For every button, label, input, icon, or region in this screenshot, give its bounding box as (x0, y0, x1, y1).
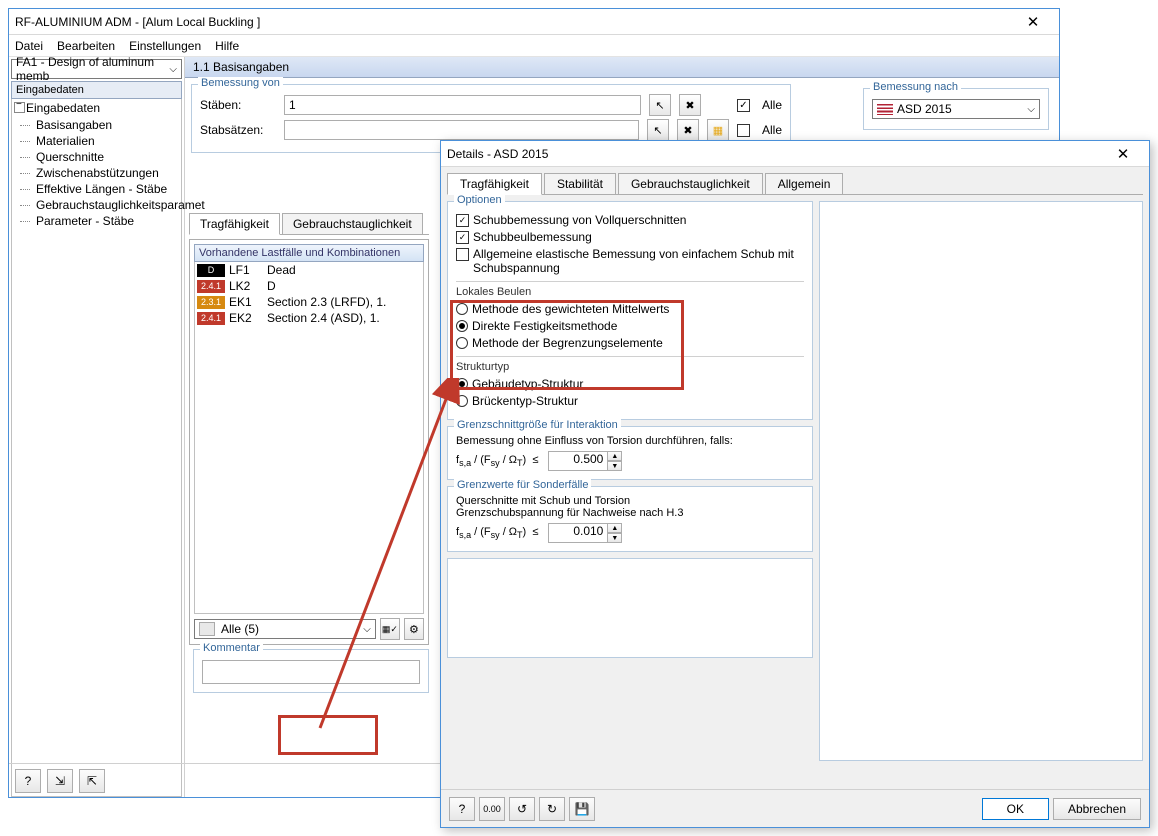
optionen-group: Optionen ✓Schubbemessung von Vollquersch… (447, 201, 813, 420)
pick-icon-2[interactable]: ↖ (647, 119, 669, 141)
menu-edit[interactable]: Bearbeiten (57, 39, 115, 53)
pick-icon[interactable]: ↖ (649, 94, 671, 116)
close-icon[interactable]: ✕ (1103, 145, 1143, 163)
interaktion-group: Grenzschnittgröße für Interaktion Bemess… (447, 426, 813, 480)
kommentar-title: Kommentar (200, 642, 263, 654)
formula-label-2: fs,a / (Fsy / ΩT) ≤ (456, 526, 538, 540)
tree-item-zwischenabstuetzungen[interactable]: Zwischenabstützungen (12, 165, 181, 181)
stabsaetzen-input[interactable] (284, 120, 639, 140)
tab-allgemein[interactable]: Allgemein (765, 173, 844, 194)
dialog-titlebar: Details - ASD 2015 ✕ (441, 141, 1149, 167)
stabsaetzen-label: Stabsätzen: (200, 123, 276, 137)
list-item: DLF1Dead (195, 262, 423, 278)
details-dialog: Details - ASD 2015 ✕ Tragfähigkeit Stabi… (440, 140, 1150, 828)
spin-down-icon[interactable]: ▼ (608, 461, 622, 471)
tab-gebrauchstauglichkeit[interactable]: Gebrauchstauglichkeit (282, 213, 423, 234)
group-title: Bemessung von (198, 77, 283, 89)
filter-icon[interactable]: ▦✓ (380, 618, 400, 640)
lokales-beulen-title: Lokales Beulen (456, 286, 804, 298)
checkbox-elastisch[interactable] (456, 248, 469, 261)
tree-header: Eingabedaten (11, 81, 182, 99)
interaction-spinner[interactable]: 0.500 ▲▼ (548, 451, 622, 471)
radio-begrenzung[interactable] (456, 337, 468, 349)
flag-us-icon (877, 104, 893, 115)
main-titlebar: RF-ALUMINIUM ADM - [Alum Local Buckling … (9, 9, 1059, 35)
checkbox-schub-voll[interactable]: ✓ (456, 214, 469, 227)
dialog-title: Details - ASD 2015 (447, 147, 1103, 161)
bemessung-nach-group: Bemessung nach ASD 2015 (861, 86, 1051, 132)
sonder-text1: Querschnitte mit Schub und Torsion (456, 495, 804, 507)
nav-tree: Eingabedaten Basisangaben Materialien Qu… (11, 99, 182, 797)
interaktion-text: Bemessung ohne Einfluss von Torsion durc… (456, 435, 804, 447)
menu-file[interactable]: Datei (15, 39, 43, 53)
tab-gebrauchstauglichkeit[interactable]: Gebrauchstauglichkeit (618, 173, 763, 194)
export-icon[interactable]: ⇲ (47, 769, 73, 793)
cancel-button[interactable]: Abbrechen (1053, 798, 1141, 820)
delete-icon[interactable]: ✖ (679, 94, 701, 116)
alle-label: Alle (762, 98, 782, 112)
list-item: 2.4.1EK2Section 2.4 (ASD), 1. (195, 310, 423, 326)
menu-help[interactable]: Hilfe (215, 39, 239, 53)
tree-item-parameter[interactable]: Parameter - Stäbe (12, 213, 181, 229)
strukturtyp-title: Strukturtyp (456, 361, 804, 373)
tab-tragfaehigkeit[interactable]: Tragfähigkeit (447, 173, 542, 195)
default-icon[interactable]: ↻ (539, 797, 565, 821)
content-header: 1.1 Basisangaben (185, 57, 1059, 78)
main-title: RF-ALUMINIUM ADM - [Alum Local Buckling … (15, 15, 1013, 29)
spin-up-icon[interactable]: ▲ (608, 523, 622, 533)
sonder-spinner[interactable]: 0.010 ▲▼ (548, 523, 622, 543)
radio-gebaeude[interactable] (456, 378, 468, 390)
standard-select[interactable]: ASD 2015 (872, 99, 1040, 119)
formula-label: fs,a / (Fsy / ΩT) ≤ (456, 454, 538, 468)
list-header: Vorhandene Lastfälle und Kombinationen (194, 244, 424, 262)
radio-direkt[interactable] (456, 320, 468, 332)
tree-item-effektive-laengen[interactable]: Effektive Längen - Stäbe (12, 181, 181, 197)
group-title-nach: Bemessung nach (870, 81, 961, 93)
menubar: Datei Bearbeiten Einstellungen Hilfe (9, 35, 1059, 57)
empty-group (447, 558, 813, 658)
checkbox-schubbeul[interactable]: ✓ (456, 231, 469, 244)
alle-checkbox[interactable]: ✓ (737, 99, 750, 112)
spin-down-icon[interactable]: ▼ (608, 533, 622, 543)
menu-settings[interactable]: Einstellungen (129, 39, 201, 53)
save-icon[interactable]: 💾 (569, 797, 595, 821)
tree-item-gebrauchstauglichkeit[interactable]: Gebrauchstauglichkeitsparamet (12, 197, 181, 213)
radio-gewichtet[interactable] (456, 303, 468, 315)
list-item: 2.3.1EK1Section 2.3 (LRFD), 1. (195, 294, 423, 310)
tree-item-basisangaben[interactable]: Basisangaben (12, 117, 181, 133)
ok-button[interactable]: OK (982, 798, 1049, 820)
case-selector[interactable]: FA1 - Design of aluminum memb (11, 59, 182, 79)
radio-bruecke[interactable] (456, 395, 468, 407)
close-icon[interactable]: ✕ (1013, 13, 1053, 31)
list-item: 2.4.1LK2D (195, 278, 423, 294)
tree-root[interactable]: Eingabedaten (12, 99, 181, 117)
alle-checkbox-2[interactable] (737, 124, 750, 137)
tree-item-querschnitte[interactable]: Querschnitte (12, 149, 181, 165)
load-case-list[interactable]: DLF1Dead 2.4.1LK2D 2.3.1EK1Section 2.3 (… (194, 262, 424, 614)
alle-label-2: Alle (762, 123, 782, 137)
sonderfaelle-group: Grenzwerte für Sonderfälle Querschnitte … (447, 486, 813, 552)
left-panel: FA1 - Design of aluminum memb Eingabedat… (9, 57, 185, 797)
tab-tragfaehigkeit[interactable]: Tragfähigkeit (189, 213, 280, 235)
help-icon[interactable]: ? (15, 769, 41, 793)
staeben-input[interactable]: 1 (284, 95, 641, 115)
new-icon[interactable]: ▦ (707, 119, 729, 141)
help-icon[interactable]: ? (449, 797, 475, 821)
units-icon[interactable]: 0.00 (479, 797, 505, 821)
filter-combo[interactable]: Alle (5) (194, 619, 376, 639)
staeben-label: Stäben: (200, 98, 276, 112)
tab-stabilitaet[interactable]: Stabilität (544, 173, 616, 194)
reset-icon[interactable]: ↺ (509, 797, 535, 821)
tree-item-materialien[interactable]: Materialien (12, 133, 181, 149)
delete-icon-2[interactable]: ✖ (677, 119, 699, 141)
preview-panel (819, 201, 1143, 761)
spin-up-icon[interactable]: ▲ (608, 451, 622, 461)
settings-icon[interactable]: ⚙ (404, 618, 424, 640)
import-icon[interactable]: ⇱ (79, 769, 105, 793)
kommentar-input[interactable] (202, 660, 420, 684)
sonder-text2: Grenzschubspannung für Nachweise nach H.… (456, 507, 804, 519)
